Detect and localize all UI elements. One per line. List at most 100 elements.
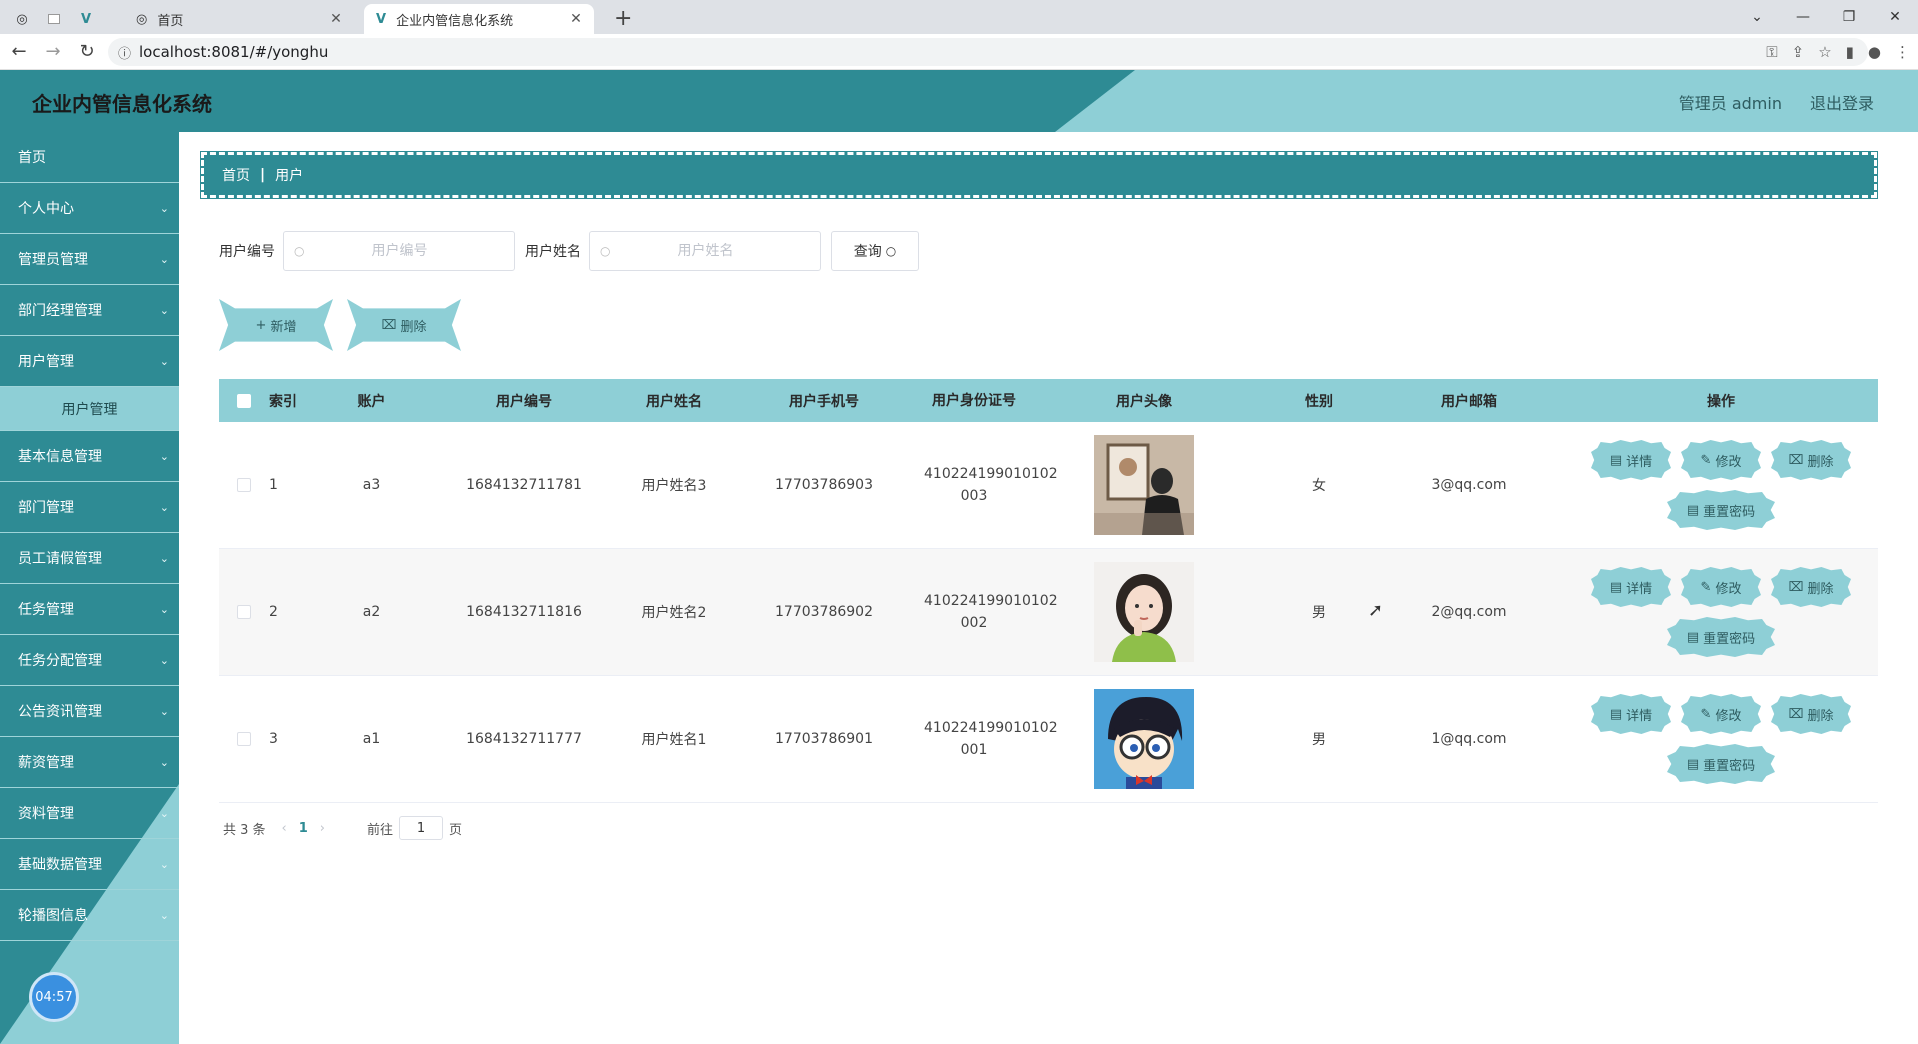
query-button-label: 查询 (853, 244, 882, 260)
sidebar-item[interactable]: 基本信息管理 ⌄ (0, 431, 179, 482)
avatar[interactable] (1094, 435, 1194, 535)
plus-icon: + (255, 317, 267, 333)
pager-goto-input[interactable]: 1 (399, 816, 444, 840)
row-checkbox[interactable] (237, 478, 251, 492)
prev-page-icon[interactable]: ‹ (282, 821, 287, 836)
reset-password-button[interactable]: ▤ 重置密码 (1667, 617, 1775, 657)
menu-kebab-icon[interactable]: ⋮ (1895, 43, 1910, 61)
sidebar-item[interactable]: 用户管理 ⌄ (0, 336, 179, 387)
close-window-icon[interactable]: ✕ (1872, 9, 1918, 25)
chevron-down-icon: ⌄ (159, 602, 169, 616)
sidebar-item[interactable]: 个人中心 ⌄ (0, 183, 179, 234)
row-checkbox[interactable] (237, 732, 251, 746)
detail-button[interactable]: ▤ 详情 (1591, 440, 1671, 480)
chevron-down-icon: ⌄ (159, 806, 169, 820)
tab-pinned-1[interactable]: ◎ (8, 4, 36, 34)
header-phone: 用户手机号 (789, 393, 859, 410)
close-icon[interactable]: ✕ (326, 11, 346, 27)
name-search-box: ○ (589, 231, 821, 271)
add-button-label: 新增 (270, 319, 297, 335)
reset-label: 重置密码 (1703, 631, 1756, 647)
tab-list-icon[interactable]: ⌄ (1734, 9, 1780, 25)
idcard-line-2: 002 (960, 615, 988, 631)
query-button[interactable]: 查询 ○ (831, 231, 919, 271)
detail-label: 详情 (1626, 708, 1653, 724)
row-delete-button[interactable]: ⌧ 删除 (1771, 694, 1851, 734)
back-icon[interactable]: ← (4, 41, 34, 62)
reload-icon[interactable]: ↻ (72, 41, 102, 62)
row-select-cell (219, 478, 269, 492)
tab-active[interactable]: V 企业内管信息化系统 ✕ (364, 4, 594, 34)
key-icon[interactable]: ⚿ (1766, 43, 1777, 61)
edit-button[interactable]: ✎ 修改 (1681, 694, 1761, 734)
tab-title: 企业内管信息化系统 (396, 13, 514, 29)
edit-pencil-icon: ✎ (1700, 452, 1712, 468)
idcard-line-1: 410224199010102 (924, 593, 1058, 609)
minimize-icon[interactable]: — (1780, 9, 1826, 25)
restore-icon[interactable]: ❐ (1826, 9, 1872, 25)
cell-avatar (1024, 689, 1264, 789)
sidebar-item-label: 基本信息管理 (18, 449, 102, 465)
sidebar-item[interactable]: 管理员管理 ⌄ (0, 234, 179, 285)
edit-button[interactable]: ✎ 修改 (1681, 567, 1761, 607)
sidebar-item[interactable]: 部门经理管理 ⌄ (0, 285, 179, 336)
sidebar-item[interactable]: 任务分配管理 ⌄ (0, 635, 179, 686)
sidebar-item[interactable]: 资料管理 ⌄ (0, 788, 179, 839)
sidebar-item[interactable]: 公告资讯管理 ⌄ (0, 686, 179, 737)
delete-label: 删除 (1807, 708, 1834, 724)
logout-link[interactable]: 退出登录 (1810, 90, 1874, 114)
sidebar-item[interactable]: 首页 (0, 132, 179, 183)
idcard-line-1: 410224199010102 (924, 720, 1058, 736)
cell-gender: 男 (1312, 732, 1326, 748)
breadcrumb-home[interactable]: 首页 (222, 165, 250, 185)
detail-label: 详情 (1626, 581, 1653, 597)
tab-pinned-2[interactable] (40, 4, 68, 34)
row-delete-button[interactable]: ⌧ 删除 (1771, 440, 1851, 480)
sidebar-item[interactable]: 部门管理 ⌄ (0, 482, 179, 533)
header-gender: 性别 (1305, 393, 1333, 410)
next-page-icon[interactable]: › (320, 821, 325, 836)
cell-ops: ▤ 详情 ✎ 修改 ⌧ 删除 ▤ 重置密码 (1564, 567, 1878, 657)
sidebar-item[interactable]: 薪资管理 ⌄ (0, 737, 179, 788)
sidebar-item-label: 薪资管理 (18, 755, 74, 771)
row-delete-button[interactable]: ⌧ 删除 (1771, 567, 1851, 607)
sidebar-item-label: 部门管理 (18, 500, 74, 516)
tab-home[interactable]: ◎ 首页 ✕ (124, 4, 354, 34)
sidebar-item[interactable]: 员工请假管理 ⌄ (0, 533, 179, 584)
breadcrumb: 首页 | 用户 (200, 151, 1878, 199)
pager-current-page[interactable]: 1 (299, 821, 308, 836)
bookmark-star-icon[interactable]: ☆ (1818, 43, 1831, 61)
cell-name: 用户姓名1 (641, 732, 707, 748)
app-title: 企业内管信息化系统 (32, 92, 212, 116)
detail-button[interactable]: ▤ 详情 (1591, 567, 1671, 607)
reset-label: 重置密码 (1703, 758, 1756, 774)
detail-button[interactable]: ▤ 详情 (1591, 694, 1671, 734)
add-button[interactable]: + 新增 (219, 299, 333, 351)
forward-icon[interactable]: → (38, 41, 68, 62)
new-tab-button[interactable]: + (614, 6, 632, 31)
share-icon[interactable]: ⇪ (1792, 43, 1805, 61)
sidebar-item[interactable]: 轮播图信息 ⌄ (0, 890, 179, 941)
name-search-input[interactable] (610, 243, 801, 259)
profile-icon[interactable]: ● (1868, 43, 1881, 61)
reset-password-button[interactable]: ▤ 重置密码 (1667, 744, 1775, 784)
avatar[interactable] (1094, 689, 1194, 789)
side-panel-icon[interactable]: ▮ (1846, 43, 1854, 61)
breadcrumb-separator: | (260, 167, 266, 183)
sidebar-subitem-user-management[interactable]: 用户管理 (0, 387, 179, 431)
close-icon[interactable]: ✕ (566, 11, 586, 27)
uid-search-input[interactable] (304, 243, 495, 259)
tab-pinned-3[interactable]: V (72, 4, 100, 34)
sidebar-item[interactable]: 任务管理 ⌄ (0, 584, 179, 635)
sidebar-item[interactable]: 基础数据管理 ⌄ (0, 839, 179, 890)
url-field[interactable]: ⓘ localhost:8081/#/yonghu (108, 38, 1868, 66)
site-info-icon[interactable]: ⓘ (118, 43, 131, 62)
reset-password-button[interactable]: ▤ 重置密码 (1667, 490, 1775, 530)
select-all-checkbox[interactable] (237, 393, 251, 408)
header-index: 索引 (269, 393, 297, 410)
app-header: 企业内管信息化系统 管理员 admin 退出登录 (0, 70, 1918, 132)
row-checkbox[interactable] (237, 605, 251, 619)
batch-delete-button[interactable]: ⌧ 删除 (347, 299, 461, 351)
avatar[interactable] (1094, 562, 1194, 662)
edit-button[interactable]: ✎ 修改 (1681, 440, 1761, 480)
